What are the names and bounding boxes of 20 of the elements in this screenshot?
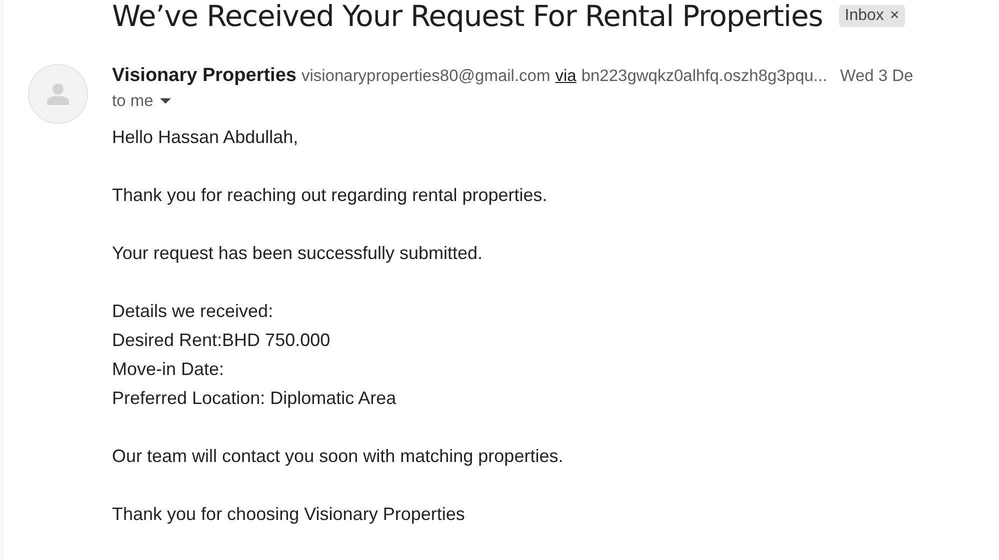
body-text: Thank you for choosing Visionary Properties bbox=[112, 503, 465, 526]
sender-email: visionaryproperties80@gmail.com bbox=[301, 67, 550, 86]
email-subject: We’ve Received Your Request For Rental Properties bbox=[112, 0, 823, 33]
avatar-icon bbox=[28, 64, 88, 124]
label-text: Inbox bbox=[844, 7, 884, 25]
body-text: Desired Rent:BHD 750.000 bbox=[112, 329, 330, 352]
body-text: Details we received: bbox=[112, 300, 274, 323]
email-date: Wed 3 De bbox=[840, 67, 914, 86]
caret-icon bbox=[160, 98, 172, 105]
body-text: Our team will contact you soon with matching properties. bbox=[112, 445, 564, 468]
body-text: Preferred Location: Diplomatic Area bbox=[112, 387, 396, 410]
remove-label-button[interactable]: × bbox=[890, 7, 900, 25]
body-text: Your request has been successfully submitted. bbox=[112, 242, 483, 265]
recipient-dropdown[interactable]: to me bbox=[112, 92, 172, 111]
body-text: Thank you for reaching out regarding rental properties. bbox=[112, 184, 548, 207]
body-text: Move-in Date: bbox=[112, 358, 224, 381]
via-address: bn223gwqkz0alhfq.oszh8g3pqu... bbox=[581, 67, 828, 86]
via-link[interactable]: via bbox=[555, 67, 576, 86]
sender-name: Visionary Properties bbox=[112, 65, 296, 87]
body-text: Hello Hassan Abdullah, bbox=[112, 126, 298, 149]
